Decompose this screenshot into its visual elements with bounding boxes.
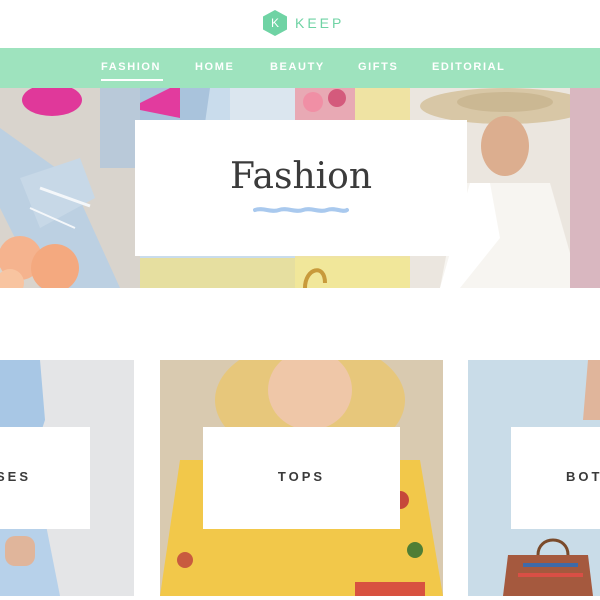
category-label-box: SES: [0, 427, 90, 529]
hexagon-logo-icon: K: [263, 10, 287, 36]
category-label-box: TOPS: [203, 427, 400, 529]
nav-item-gifts[interactable]: GIFTS: [358, 61, 398, 73]
category-card-dresses[interactable]: SES: [0, 360, 134, 596]
category-card-tops[interactable]: TOPS: [160, 360, 443, 596]
site-logo[interactable]: K KEEP: [263, 10, 344, 36]
page-title: Fashion: [229, 156, 373, 197]
category-label: TOPS: [277, 469, 326, 484]
category-label: BOT: [566, 469, 600, 484]
logo-wordmark: KEEP: [295, 15, 345, 31]
nav-item-beauty[interactable]: BEAUTY: [270, 61, 325, 73]
nav-item-home[interactable]: HOME: [195, 61, 234, 73]
logo-letter: K: [270, 16, 279, 30]
main-nav: FASHION HOME BEAUTY GIFTS EDITORIAL: [0, 48, 600, 88]
category-label: SES: [0, 469, 32, 484]
nav-item-fashion[interactable]: FASHION: [101, 61, 164, 81]
squiggle-underline-icon: [253, 207, 349, 213]
nav-item-editorial[interactable]: EDITORIAL: [432, 61, 505, 73]
hero-title-card: Fashion: [135, 120, 467, 256]
site-header: K KEEP: [0, 0, 600, 48]
category-card-bottoms[interactable]: BOT: [468, 360, 600, 596]
category-label-box: BOT: [511, 427, 600, 529]
hero-photo-denim: [0, 88, 140, 288]
